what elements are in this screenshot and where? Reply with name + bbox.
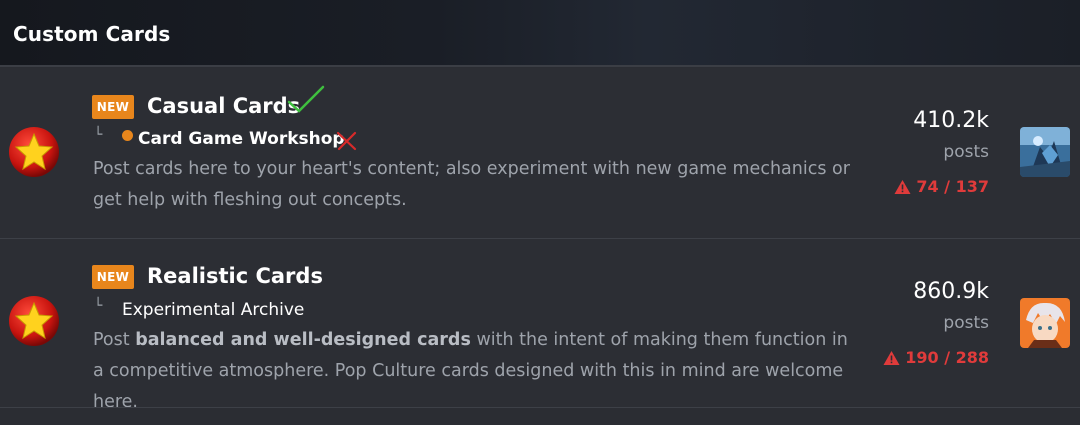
star-icon: [9, 296, 59, 346]
category-title[interactable]: Custom Cards: [13, 22, 170, 46]
star-icon: [9, 127, 59, 177]
unread-dot-icon: [122, 130, 133, 141]
forum-row: NEW Realistic Cards └ Experimental Archi…: [0, 239, 1080, 412]
forum-row: NEW Casual Cards └ Card Game Workshop Po…: [0, 68, 1080, 238]
report-count-text: 190 / 288: [905, 348, 989, 367]
new-badge: NEW: [92, 95, 134, 119]
description-bold: balanced and well-designed cards: [135, 330, 471, 350]
posts-label: posts: [943, 313, 989, 333]
warning-icon: [883, 350, 900, 365]
forum-title-link[interactable]: Realistic Cards: [147, 264, 323, 288]
posts-label: posts: [943, 142, 989, 162]
posts-count: 410.2k: [913, 108, 989, 133]
warning-icon: [894, 179, 911, 194]
x-mark-icon: [336, 131, 357, 151]
category-header: Custom Cards: [0, 0, 1080, 67]
forum-title-link[interactable]: Casual Cards: [147, 94, 300, 118]
avatar-thumbnail[interactable]: [1020, 127, 1070, 177]
check-mark-icon: [287, 85, 325, 113]
new-badge: NEW: [92, 265, 134, 289]
report-count-text: 74 / 137: [916, 177, 989, 196]
forum-description: Post balanced and well-designed cards wi…: [93, 330, 848, 412]
posts-count: 860.9k: [913, 279, 989, 304]
subforum-link[interactable]: Experimental Archive: [122, 300, 304, 320]
subforum-tree-glyph: └: [94, 298, 103, 314]
report-count[interactable]: 190 / 288: [883, 348, 989, 367]
report-count[interactable]: 74 / 137: [894, 177, 989, 196]
avatar-thumbnail[interactable]: [1020, 298, 1070, 348]
list-footer: [0, 408, 1080, 425]
subforum-tree-glyph: └: [94, 127, 103, 143]
subforum-link[interactable]: Card Game Workshop: [138, 129, 345, 149]
forum-description: Post cards here to your heart's content;…: [93, 159, 850, 210]
